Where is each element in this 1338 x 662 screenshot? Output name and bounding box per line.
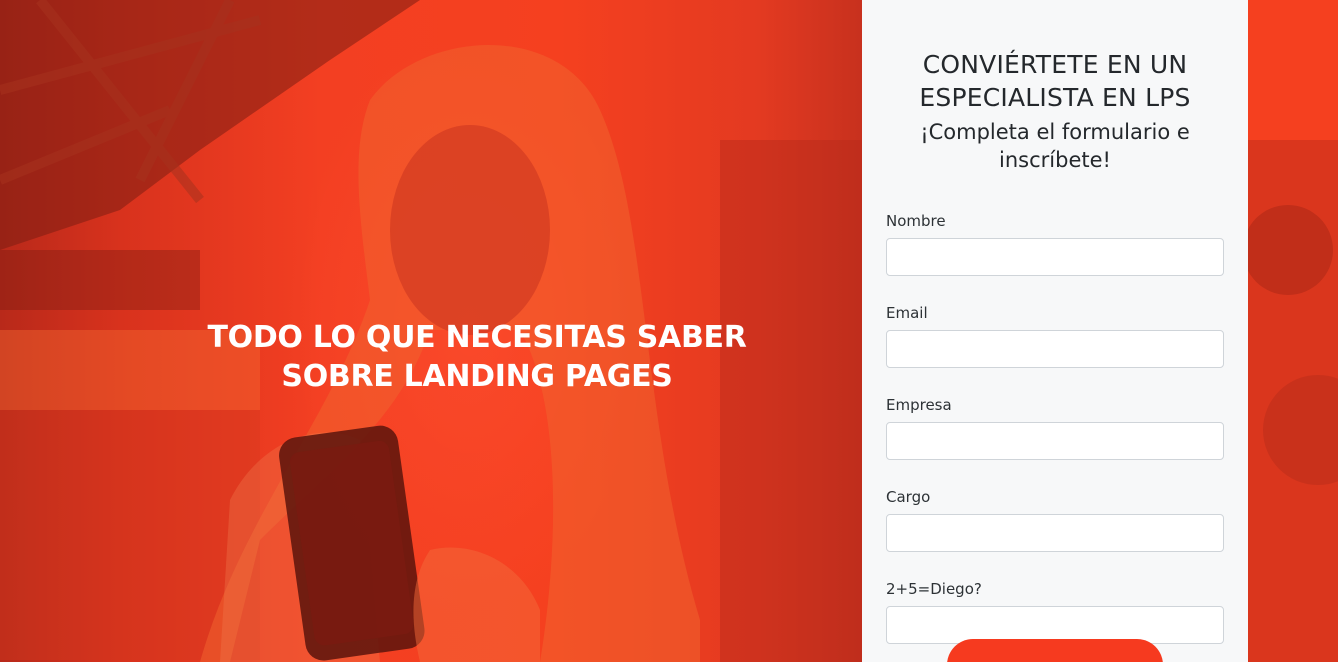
signup-form-panel: CONVIÉRTETE EN UN ESPECIALISTA EN LPS ¡Co…	[862, 0, 1248, 662]
form-subtitle-line-1: ¡Completa el formulario e	[920, 120, 1190, 144]
form-fields: Nombre Email Empresa Cargo 2+5=Diego?	[886, 212, 1224, 644]
form-title-line-2: ESPECIALISTA EN LPS	[919, 83, 1191, 112]
hero-title: TODO LO QUE NECESITAS SABER SOBRE LANDING…	[190, 318, 764, 396]
field-captcha: 2+5=Diego?	[886, 580, 1224, 644]
nombre-input[interactable]	[886, 238, 1224, 276]
field-nombre: Nombre	[886, 212, 1224, 276]
submit-button[interactable]	[947, 639, 1163, 662]
cargo-input[interactable]	[886, 514, 1224, 552]
captcha-label: 2+5=Diego?	[886, 580, 982, 598]
field-email: Email	[886, 304, 1224, 368]
email-input[interactable]	[886, 330, 1224, 368]
form-title-line-1: CONVIÉRTETE EN UN	[922, 50, 1188, 79]
hero-photo-right-edge	[1248, 0, 1338, 662]
hero-title-line-2: SOBRE LANDING PAGES	[281, 359, 673, 394]
hero-title-line-1: TODO LO QUE NECESITAS SABER	[207, 320, 747, 355]
field-empresa: Empresa	[886, 396, 1224, 460]
cargo-label: Cargo	[886, 488, 931, 506]
empresa-label: Empresa	[886, 396, 952, 414]
form-subtitle-line-2: inscríbete!	[999, 148, 1111, 172]
field-cargo: Cargo	[886, 488, 1224, 552]
nombre-label: Nombre	[886, 212, 946, 230]
empresa-input[interactable]	[886, 422, 1224, 460]
form-title: CONVIÉRTETE EN UN ESPECIALISTA EN LPS	[886, 48, 1224, 114]
email-label: Email	[886, 304, 928, 322]
form-subtitle: ¡Completa el formulario e inscríbete!	[886, 118, 1224, 174]
landing-page: TODO LO QUE NECESITAS SABER SOBRE LANDING…	[0, 0, 1338, 662]
